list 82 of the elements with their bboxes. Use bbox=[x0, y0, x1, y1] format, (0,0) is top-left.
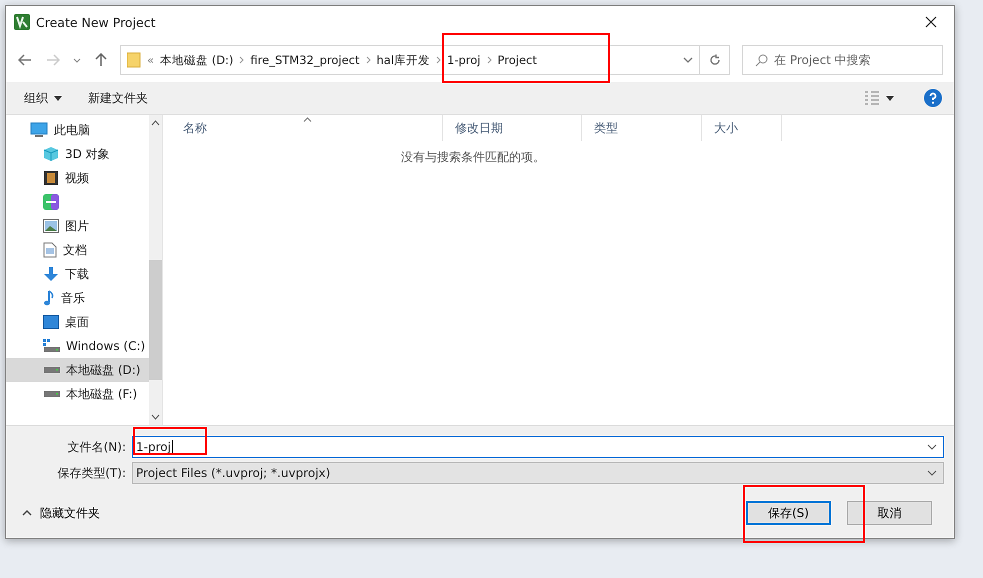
sidebar-label: 桌面 bbox=[65, 314, 89, 330]
down-arrow-icon bbox=[43, 266, 59, 282]
sidebar-label: 音乐 bbox=[61, 290, 85, 306]
breadcrumb[interactable]: hal库开发 bbox=[376, 52, 430, 68]
breadcrumb[interactable]: 本地磁盘 (D:) bbox=[160, 52, 234, 68]
chevron-right-icon bbox=[486, 56, 492, 64]
chevron-right-icon bbox=[366, 56, 370, 64]
cube-icon bbox=[43, 146, 59, 162]
sidebar-item[interactable]: 此电脑 bbox=[6, 118, 149, 142]
help-icon[interactable] bbox=[924, 89, 942, 107]
cancel-button[interactable]: 取消 bbox=[847, 501, 932, 525]
sidebar-item[interactable]: 视频 bbox=[6, 166, 149, 190]
filename-field[interactable]: 1-proj bbox=[132, 436, 944, 458]
sidebar-item[interactable]: 下载 bbox=[6, 262, 149, 286]
document-icon bbox=[43, 242, 57, 258]
breadcrumb[interactable]: fire_STM32_project bbox=[250, 53, 360, 67]
up-arrow-icon bbox=[95, 53, 107, 67]
sort-caret-icon bbox=[303, 117, 312, 122]
chevron-up-icon bbox=[22, 510, 32, 516]
forward-arrow-icon bbox=[46, 54, 60, 66]
chevron-down-icon bbox=[73, 58, 81, 62]
sidebar-item[interactable]: Windows (C:) bbox=[6, 334, 149, 358]
filetype-label: 保存类型(T): bbox=[56, 464, 127, 482]
back-arrow-icon bbox=[18, 54, 32, 66]
scroll-up-icon bbox=[151, 120, 160, 126]
caret-icon bbox=[54, 96, 62, 100]
chevron-down-icon bbox=[683, 57, 693, 63]
search-icon bbox=[755, 54, 768, 66]
breadcrumb[interactable]: 1-proj bbox=[447, 53, 481, 67]
music-note-icon bbox=[43, 290, 55, 306]
sidebar-item[interactable]: 3D 对象 bbox=[6, 142, 149, 166]
chevron-right-icon bbox=[436, 56, 442, 64]
sidebar-label: 文档 bbox=[63, 242, 87, 258]
sidebar-item[interactable]: 音乐 bbox=[6, 286, 149, 310]
sidebar-label: 本地磁盘 (D:) bbox=[66, 362, 140, 378]
caret-icon bbox=[886, 96, 894, 100]
list-view-icon bbox=[864, 91, 880, 105]
breadcrumb[interactable]: « bbox=[147, 53, 154, 67]
new-folder-button[interactable]: 新建文件夹 bbox=[84, 88, 152, 108]
film-icon bbox=[43, 170, 59, 186]
close-icon bbox=[925, 16, 937, 28]
save-button[interactable]: 保存(S) bbox=[746, 501, 831, 525]
app-icon bbox=[43, 194, 59, 210]
drive-icon bbox=[43, 339, 60, 353]
chevron-right-icon bbox=[239, 56, 244, 64]
chevron-down-icon bbox=[927, 444, 937, 450]
filename-label: 文件名(N): bbox=[66, 438, 127, 456]
monitor-icon bbox=[30, 122, 48, 138]
app-logo-icon bbox=[14, 14, 30, 30]
sidebar-item[interactable]: 文档 bbox=[6, 238, 149, 262]
column-header[interactable]: 名称 bbox=[163, 115, 443, 141]
scroll-down-icon bbox=[151, 414, 160, 420]
desktop-icon bbox=[43, 315, 59, 329]
column-header[interactable]: 大小 bbox=[702, 115, 782, 141]
filetype-dropdown[interactable]: Project Files (*.uvproj; *.uvprojx) bbox=[132, 462, 944, 484]
scrollbar[interactable] bbox=[149, 115, 162, 425]
refresh-icon bbox=[708, 54, 720, 66]
drive-icon bbox=[43, 366, 60, 374]
sidebar-label: 图片 bbox=[65, 218, 89, 234]
sidebar-label: Windows (C:) bbox=[66, 339, 146, 353]
sidebar-item[interactable]: 图片 bbox=[6, 214, 149, 238]
picture-frame-icon bbox=[43, 219, 59, 233]
address-bar[interactable]: « 本地磁盘 (D:) fire_STM32_project hal库开发 1-proj Project bbox=[120, 45, 730, 75]
sidebar-label: 视频 bbox=[65, 170, 89, 186]
organize-menu-button[interactable]: 组织 bbox=[20, 88, 66, 108]
sidebar-label: 此电脑 bbox=[54, 122, 90, 138]
sidebar-item[interactable]: 桌面 bbox=[6, 310, 149, 334]
search-field[interactable]: 在 Project 中搜索 bbox=[742, 45, 943, 75]
column-header[interactable]: 类型 bbox=[582, 115, 702, 141]
chevron-down-icon bbox=[927, 470, 937, 476]
sidebar-item[interactable]: 本地磁盘 (F:) bbox=[6, 382, 149, 406]
drive-icon bbox=[43, 390, 60, 398]
folder-icon bbox=[127, 52, 141, 68]
column-header[interactable]: 修改日期 bbox=[443, 115, 582, 141]
sidebar-label: 本地磁盘 (F:) bbox=[66, 386, 138, 402]
empty-message: 没有与搜索条件匹配的项。 bbox=[400, 149, 546, 166]
window-title: Create New Project bbox=[36, 14, 156, 30]
sidebar-label: 下载 bbox=[65, 266, 89, 282]
sidebar-item[interactable]: 本地磁盘 (D:) bbox=[6, 358, 149, 382]
sidebar-label: 3D 对象 bbox=[65, 146, 110, 162]
breadcrumb[interactable]: Project bbox=[498, 53, 537, 67]
hide-folders-button[interactable]: 隐藏文件夹 bbox=[16, 504, 106, 522]
